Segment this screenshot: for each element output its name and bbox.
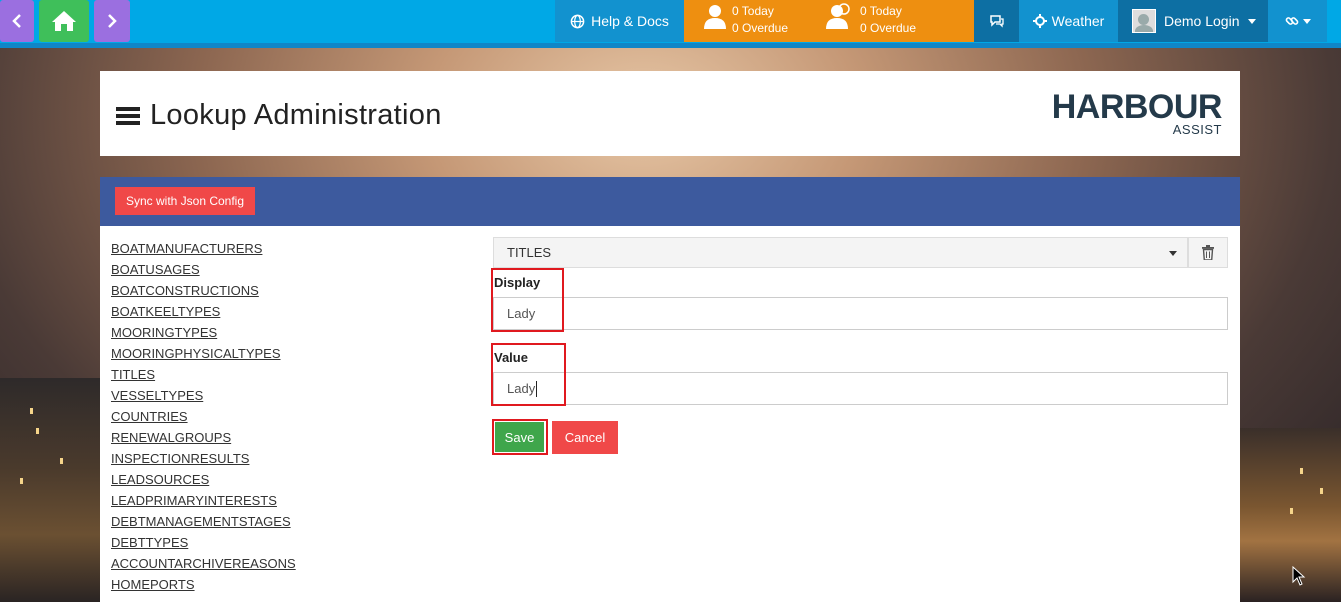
weather-label: Weather bbox=[1051, 13, 1105, 29]
lookup-list-item: BOATUSAGES bbox=[111, 261, 296, 282]
display-value: Lady bbox=[507, 306, 536, 321]
lookup-link-boatmanufacturers[interactable]: BOATMANUFACTURERS bbox=[111, 241, 262, 256]
link-icon bbox=[1285, 17, 1298, 25]
chevron-left-icon bbox=[12, 14, 21, 28]
lookup-list-item: LEADPRIMARYINTERESTS bbox=[111, 492, 296, 513]
person-icon bbox=[704, 5, 726, 29]
lookup-list-item: COUNTRIES bbox=[111, 408, 296, 429]
lookup-list-item: DEBTTYPES bbox=[111, 534, 296, 555]
lookup-link-vesseltypes[interactable]: VESSELTYPES bbox=[111, 388, 203, 403]
lookup-list-item: HOMEPORTS bbox=[111, 576, 296, 597]
lookup-link-homeports[interactable]: HOMEPORTS bbox=[111, 577, 195, 592]
lookup-link-leadsources[interactable]: LEADSOURCES bbox=[111, 472, 209, 487]
gear-icon bbox=[1032, 14, 1047, 28]
value-label: Value bbox=[494, 350, 528, 365]
page-title: Lookup Administration bbox=[150, 99, 442, 131]
user-name: Demo Login bbox=[1164, 13, 1240, 29]
lookup-list-item: DEBTMANAGEMENTSTAGES bbox=[111, 513, 296, 534]
lookup-link-boatusages[interactable]: BOATUSAGES bbox=[111, 262, 200, 277]
lookup-list-item: BOATMANUFACTURERS bbox=[111, 240, 296, 261]
action-bar: Sync with Json Config bbox=[100, 177, 1240, 226]
caret-down-icon bbox=[1302, 18, 1311, 24]
background-buildings-left bbox=[0, 378, 100, 602]
caret-down-icon bbox=[1247, 18, 1256, 24]
lookup-list-item: INSPECTIONRESULTS bbox=[111, 450, 296, 471]
page-header: Lookup Administration HARBOUR ASSIST bbox=[100, 71, 1240, 156]
selected-lookup: TITLES bbox=[507, 245, 552, 260]
globe-icon bbox=[570, 14, 585, 28]
lookup-link-titles[interactable]: TITLES bbox=[111, 367, 155, 382]
lookup-list-item: LEADSOURCES bbox=[111, 471, 296, 492]
lookup-list-item: ACCOUNTARCHIVEREASONS bbox=[111, 555, 296, 576]
lookup-list-item: MOORINGPHYSICALTYPES bbox=[111, 345, 296, 366]
chat-button[interactable] bbox=[974, 0, 1019, 42]
my-overdue-count: 0 Overdue bbox=[732, 21, 789, 35]
save-button[interactable]: Save bbox=[495, 422, 544, 452]
home-button[interactable] bbox=[39, 0, 89, 42]
lookup-link-renewalgroups[interactable]: RENEWALGROUPS bbox=[111, 430, 231, 445]
weather-button[interactable]: Weather bbox=[1019, 0, 1118, 42]
sync-json-config-button[interactable]: Sync with Json Config bbox=[115, 187, 255, 215]
lookup-link-mooringphysicaltypes[interactable]: MOORINGPHYSICALTYPES bbox=[111, 346, 281, 361]
lookup-list-item: BOATKEELTYPES bbox=[111, 303, 296, 324]
display-input[interactable]: Lady bbox=[493, 297, 1228, 330]
harbour-assist-logo: HARBOUR ASSIST bbox=[1051, 88, 1223, 137]
back-button[interactable] bbox=[0, 0, 34, 42]
team-overdue-count: 0 Overdue bbox=[860, 21, 917, 35]
text-caret bbox=[536, 380, 538, 397]
lookup-list-item: RENEWALGROUPS bbox=[111, 429, 296, 450]
background-buildings-right bbox=[1240, 428, 1341, 602]
my-today-count: 0 Today bbox=[732, 4, 774, 18]
team-overdue-button[interactable]: 0 Today 0 Overdue bbox=[826, 3, 916, 37]
my-overdue-button[interactable]: 0 Today 0 Overdue bbox=[702, 3, 788, 37]
lookup-link-boatconstructions[interactable]: BOATCONSTRUCTIONS bbox=[111, 283, 259, 298]
mouse-cursor-icon bbox=[1292, 566, 1306, 586]
lookup-link-accountarchivereasons[interactable]: ACCOUNTARCHIVEREASONS bbox=[111, 556, 296, 571]
top-navigation-bar: Help & Docs 0 Today 0 Overdue 0 Today 0 … bbox=[0, 0, 1341, 48]
lookup-list-item: BOATCONSTRUCTIONS bbox=[111, 282, 296, 303]
lookup-link-boatkeeltypes[interactable]: BOATKEELTYPES bbox=[111, 304, 220, 319]
lookup-link-debttypes[interactable]: DEBTTYPES bbox=[111, 535, 188, 550]
overdue-panel: 0 Today 0 Overdue 0 Today 0 Overdue bbox=[684, 0, 974, 42]
cancel-button[interactable]: Cancel bbox=[552, 421, 618, 454]
lookup-link-inspectionresults[interactable]: INSPECTIONRESULTS bbox=[111, 451, 249, 466]
help-docs-label: Help & Docs bbox=[591, 13, 669, 29]
trash-icon bbox=[1202, 245, 1214, 260]
display-label: Display bbox=[494, 275, 541, 290]
home-icon bbox=[52, 11, 76, 31]
lookup-content: BOATMANUFACTURERS BOATUSAGES BOATCONSTRUCT… bbox=[100, 226, 1240, 602]
user-avatar-icon bbox=[1132, 9, 1156, 33]
lookup-list-item: VESSELTYPES bbox=[111, 387, 296, 408]
value-value: Lady bbox=[507, 381, 536, 396]
lookup-link-debtmanagementstages[interactable]: DEBTMANAGEMENTSTAGES bbox=[111, 514, 291, 529]
people-icon bbox=[826, 3, 850, 29]
lookup-list-item: MOORINGTYPES bbox=[111, 324, 296, 345]
lookup-link-leadprimaryinterests[interactable]: LEADPRIMARYINTERESTS bbox=[111, 493, 277, 508]
forward-button[interactable] bbox=[94, 0, 130, 42]
lookup-list-item: TITLES bbox=[111, 366, 296, 387]
chevron-right-icon bbox=[108, 14, 117, 28]
chat-icon bbox=[989, 15, 1004, 28]
team-today-count: 0 Today bbox=[860, 4, 902, 18]
lookup-link-mooringtypes[interactable]: MOORINGTYPES bbox=[111, 325, 217, 340]
delete-button[interactable] bbox=[1188, 237, 1228, 268]
help-docs-button[interactable]: Help & Docs bbox=[555, 0, 684, 42]
links-menu-button[interactable] bbox=[1268, 0, 1327, 42]
caret-down-icon bbox=[1169, 251, 1177, 256]
hamburger-icon[interactable] bbox=[116, 107, 140, 125]
lookup-list: BOATMANUFACTURERS BOATUSAGES BOATCONSTRUCT… bbox=[111, 240, 296, 597]
lookup-select[interactable]: TITLES bbox=[493, 237, 1188, 268]
value-input[interactable]: Lady bbox=[493, 372, 1228, 405]
user-menu-button[interactable]: Demo Login bbox=[1118, 0, 1268, 42]
lookup-link-countries[interactable]: COUNTRIES bbox=[111, 409, 188, 424]
